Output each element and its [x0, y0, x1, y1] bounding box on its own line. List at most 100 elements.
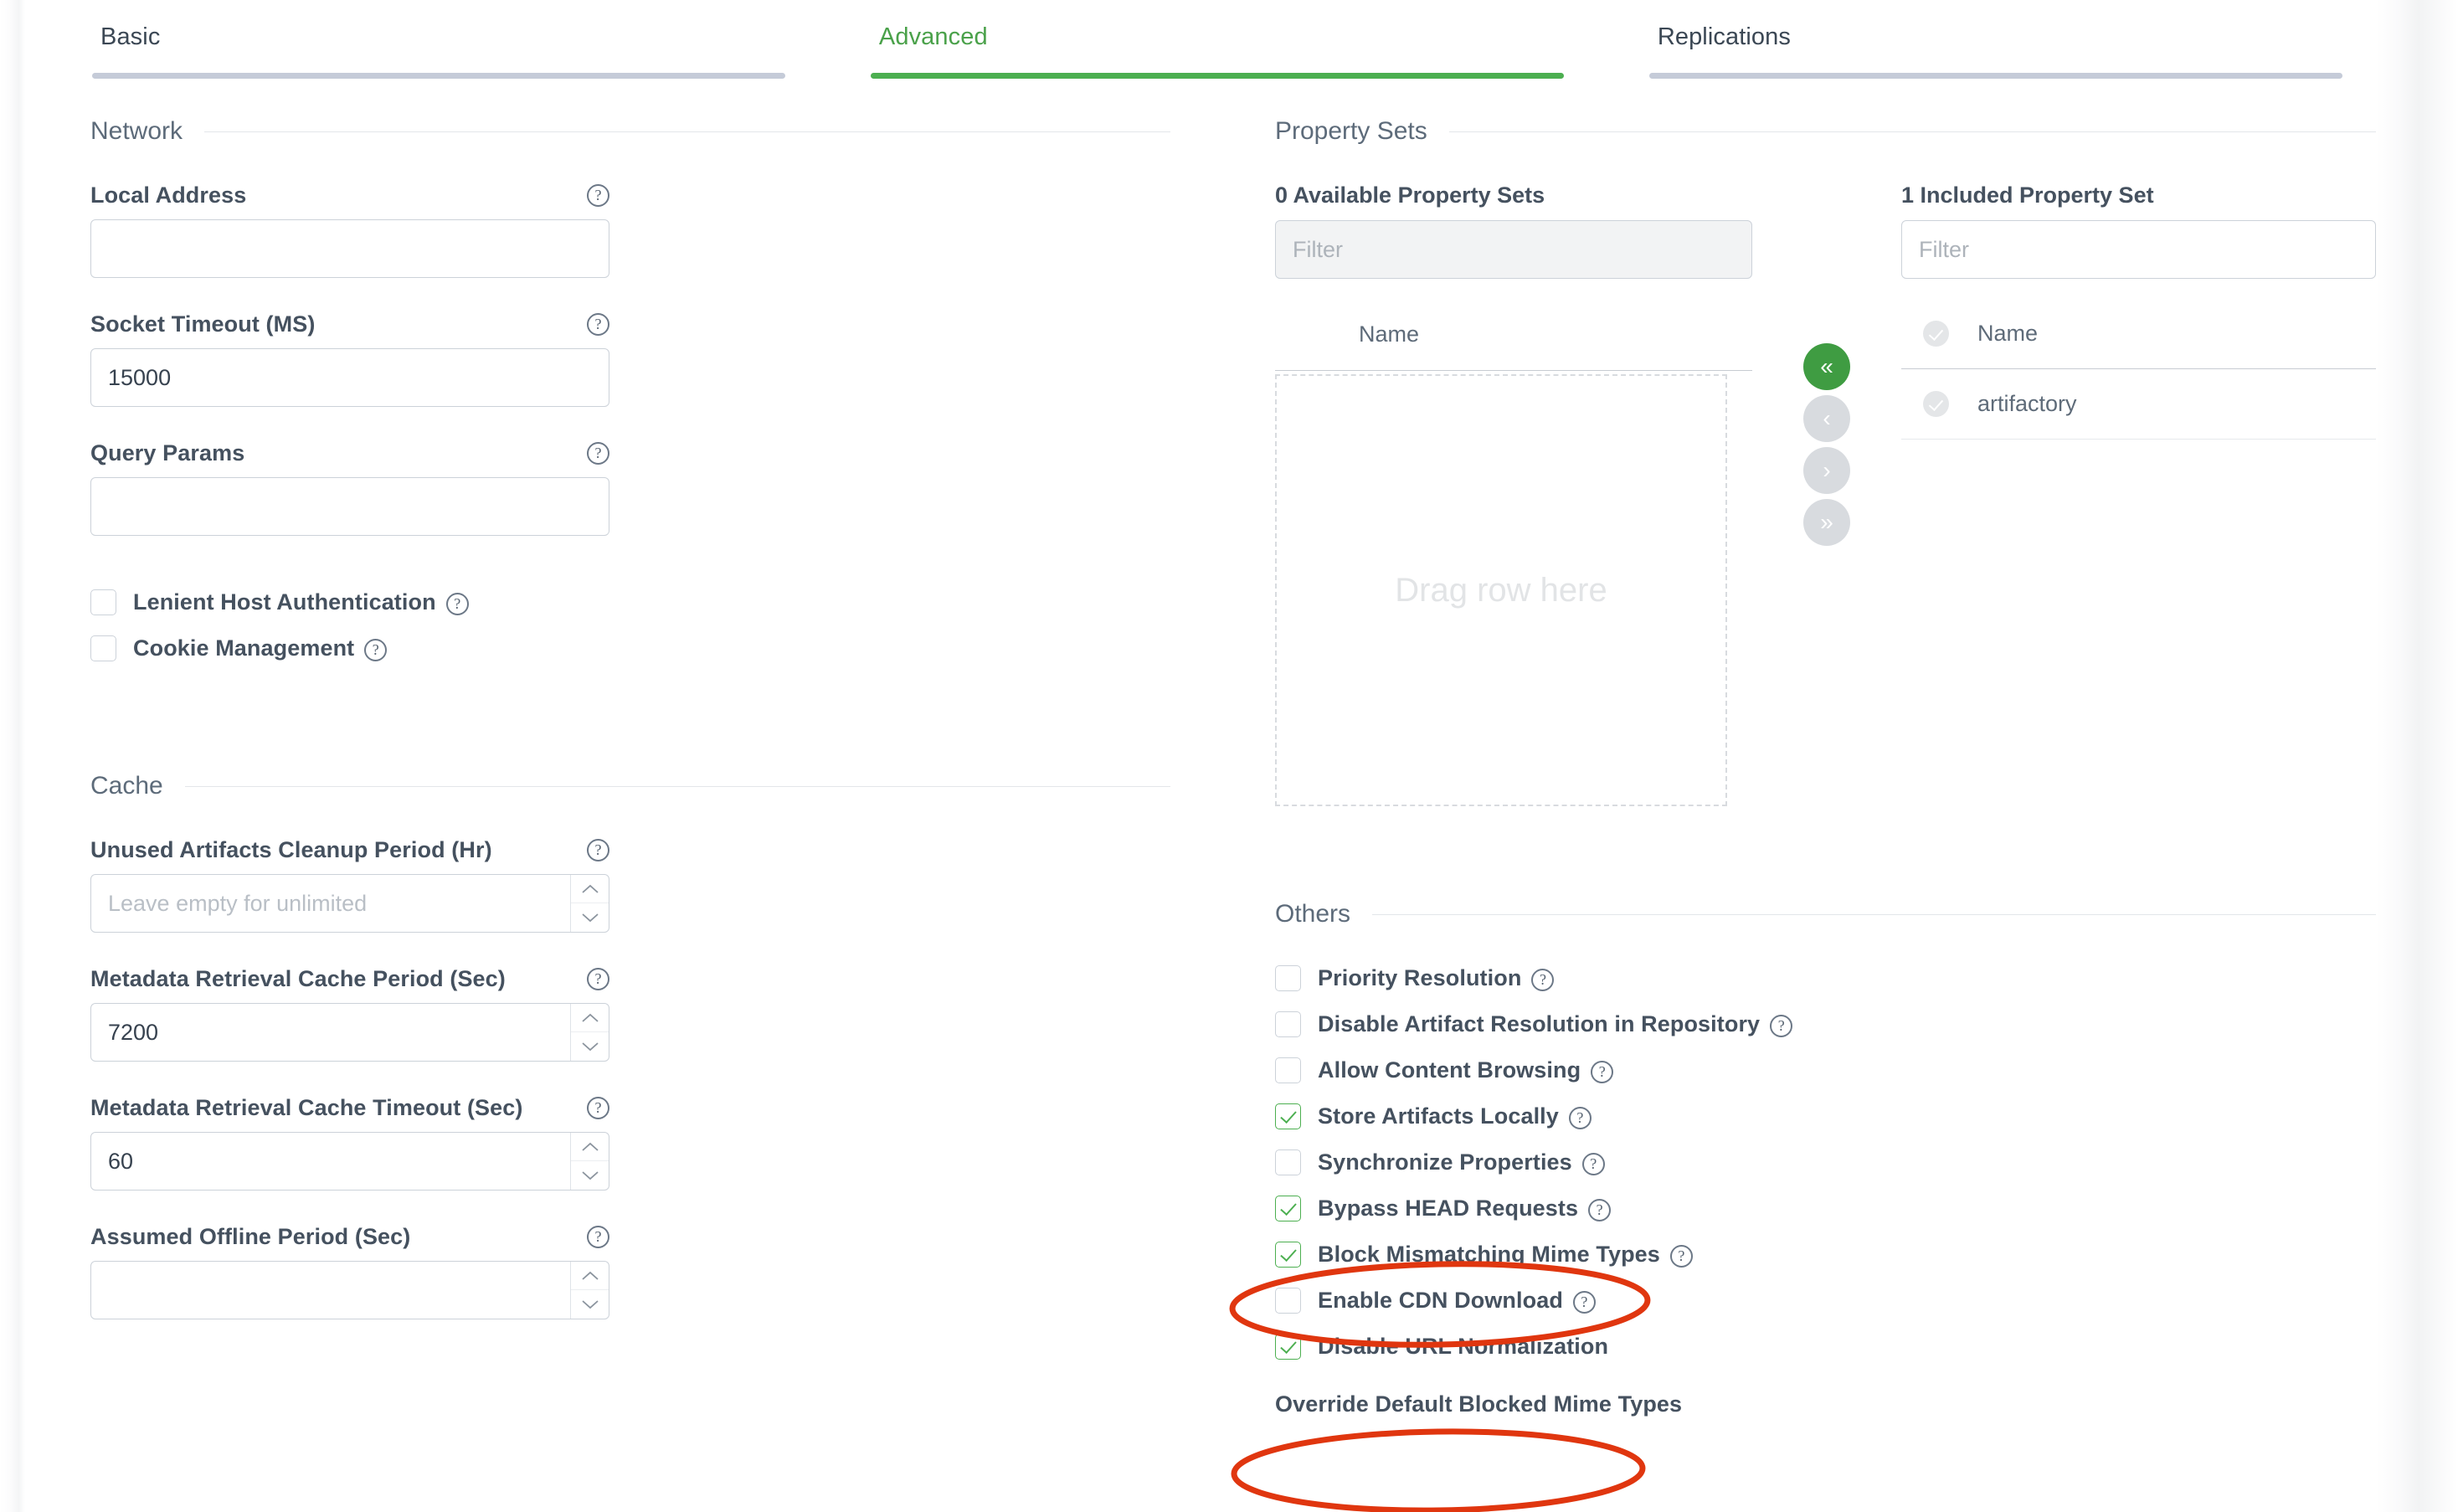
help-icon[interactable]: ? [445, 593, 469, 615]
row-check-icon[interactable] [1923, 391, 1949, 417]
stepper [570, 1262, 609, 1319]
available-property-sets-panel: 0 Available Property Sets Name Drag row … [1275, 183, 1752, 806]
help-icon[interactable]: ? [587, 1226, 609, 1248]
chevron-double-right-icon: » [1820, 509, 1833, 535]
available-drop-zone[interactable]: Drag row here [1275, 374, 1727, 806]
move-right-button[interactable]: › [1803, 447, 1850, 494]
tab-replications-label: Replications [1657, 23, 1791, 50]
checkbox-row-disable-url-normalization[interactable]: Disable URL Normalization [1275, 1334, 2376, 1360]
section-network-header: Network [90, 117, 1170, 146]
enable-cdn-download-checkbox[interactable] [1275, 1288, 1301, 1314]
assumed-offline-period-input[interactable] [90, 1261, 609, 1319]
allow-content-browsing-checkbox[interactable] [1275, 1057, 1301, 1083]
tab-basic[interactable]: Basic [40, 0, 819, 82]
synchronize-properties-checkbox[interactable] [1275, 1149, 1301, 1175]
move-all-right-button[interactable]: » [1803, 499, 1850, 546]
field-label-row: Unused Artifacts Cleanup Period (Hr) ? [90, 837, 609, 863]
stepper-up-icon[interactable] [571, 1262, 609, 1290]
included-property-sets-filter-input[interactable] [1901, 220, 2376, 279]
section-others-header: Others [1275, 900, 2376, 928]
tab-replications[interactable]: Replications [1597, 0, 2376, 82]
bypass-head-requests-checkbox[interactable] [1275, 1196, 1301, 1221]
help-icon[interactable]: ? [1531, 969, 1555, 991]
metadata-retrieval-cache-timeout-input[interactable] [90, 1132, 609, 1191]
metadata-retrieval-cache-period-input[interactable] [90, 1003, 609, 1062]
stepper-up-icon[interactable] [571, 875, 609, 903]
disable-artifact-resolution-label: Disable Artifact Resolution in Repositor… [1318, 1011, 1761, 1036]
tab-basic-label: Basic [100, 23, 161, 50]
help-icon[interactable]: ? [1669, 1245, 1693, 1268]
block-mismatching-mime-types-checkbox[interactable] [1275, 1242, 1301, 1268]
number-input-wrapper [90, 1003, 609, 1062]
socket-timeout-input[interactable] [90, 348, 609, 407]
help-icon[interactable]: ? [1581, 1153, 1605, 1175]
checkbox-row-block-mismatching-mime-types[interactable]: Block Mismatching Mime Types ? [1275, 1242, 2376, 1268]
tab-advanced[interactable]: Advanced [819, 0, 1597, 82]
unused-artifacts-cleanup-period-input[interactable] [90, 874, 609, 933]
field-query-params: Query Params ? [90, 440, 1170, 536]
help-icon[interactable]: ? [587, 1097, 609, 1119]
move-left-button[interactable]: ‹ [1803, 395, 1850, 442]
checkbox-row-allow-content-browsing[interactable]: Allow Content Browsing ? [1275, 1057, 2376, 1083]
section-property-sets-title: Property Sets [1275, 117, 1427, 145]
lenient-host-authentication-checkbox[interactable] [90, 589, 116, 615]
section-others-title: Others [1275, 900, 1351, 928]
tab-advanced-underline [870, 73, 1564, 79]
available-table-header: Name [1275, 299, 1752, 371]
help-icon[interactable]: ? [1572, 1291, 1596, 1314]
checkbox-row-bypass-head-requests[interactable]: Bypass HEAD Requests ? [1275, 1196, 2376, 1221]
select-all-check-icon[interactable] [1923, 321, 1949, 347]
help-icon[interactable]: ? [1591, 1061, 1614, 1083]
help-icon[interactable]: ? [1568, 1107, 1592, 1129]
stepper-up-icon[interactable] [571, 1133, 609, 1161]
block-mismatching-mime-types-label: Block Mismatching Mime Types [1318, 1242, 1660, 1267]
available-property-sets-filter-input[interactable] [1275, 220, 1752, 279]
field-metadata-retrieval-cache-period: Metadata Retrieval Cache Period (Sec) ? [90, 966, 1170, 1062]
help-icon[interactable]: ? [587, 184, 609, 207]
query-params-label: Query Params [90, 440, 245, 465]
help-icon[interactable]: ? [1588, 1199, 1612, 1221]
checkbox-row-store-artifacts-locally[interactable]: Store Artifacts Locally ? [1275, 1103, 2376, 1129]
priority-resolution-checkbox[interactable] [1275, 965, 1301, 991]
help-icon[interactable]: ? [587, 968, 609, 990]
checkbox-row-enable-cdn-download[interactable]: Enable CDN Download ? [1275, 1288, 2376, 1314]
field-label-row: Metadata Retrieval Cache Timeout (Sec) ? [90, 1095, 609, 1121]
help-icon[interactable]: ? [1770, 1015, 1793, 1037]
checkbox-row-priority-resolution[interactable]: Priority Resolution ? [1275, 965, 2376, 991]
drop-zone-placeholder-text: Drag row here [1395, 571, 1607, 609]
checkbox-row-cookie-management[interactable]: Cookie Management ? [90, 635, 1170, 661]
help-icon[interactable]: ? [587, 839, 609, 861]
cookie-management-checkbox[interactable] [90, 635, 116, 661]
move-all-left-button[interactable]: « [1803, 343, 1850, 390]
tab-advanced-label: Advanced [878, 23, 988, 50]
stepper-down-icon[interactable] [571, 1032, 609, 1061]
checkbox-row-lenient-host-authentication[interactable]: Lenient Host Authentication ? [90, 589, 1170, 615]
field-label-row: Metadata Retrieval Cache Period (Sec) ? [90, 966, 609, 992]
included-property-sets-panel: 1 Included Property Set Name artifactory [1901, 183, 2376, 806]
local-address-input[interactable] [90, 219, 609, 278]
checkbox-row-synchronize-properties[interactable]: Synchronize Properties ? [1275, 1149, 2376, 1175]
disable-url-normalization-checkbox[interactable] [1275, 1334, 1301, 1360]
stepper-down-icon[interactable] [571, 1161, 609, 1190]
field-assumed-offline-period: Assumed Offline Period (Sec) ? [90, 1224, 1170, 1319]
table-row[interactable]: artifactory [1901, 369, 2376, 440]
stepper [570, 1004, 609, 1061]
stepper-up-icon[interactable] [571, 1004, 609, 1032]
field-local-address: Local Address ? [90, 183, 1170, 278]
disable-artifact-resolution-checkbox[interactable] [1275, 1011, 1301, 1037]
query-params-input[interactable] [90, 477, 609, 536]
store-artifacts-locally-checkbox[interactable] [1275, 1103, 1301, 1129]
tab-replications-underline [1648, 73, 2342, 79]
others-checkbox-list: Priority Resolution ? Disable Artifact R… [1275, 965, 2376, 1417]
stepper-down-icon[interactable] [571, 903, 609, 932]
included-table-header: Name [1901, 299, 2376, 369]
checkbox-row-disable-artifact-resolution[interactable]: Disable Artifact Resolution in Repositor… [1275, 1011, 2376, 1037]
help-icon[interactable]: ? [587, 442, 609, 465]
assumed-offline-period-label: Assumed Offline Period (Sec) [90, 1224, 411, 1249]
stepper-down-icon[interactable] [571, 1290, 609, 1319]
help-icon[interactable]: ? [587, 313, 609, 336]
help-icon[interactable]: ? [364, 639, 388, 661]
section-cache-title: Cache [90, 772, 163, 800]
stepper [570, 1133, 609, 1190]
section-cache-header: Cache [90, 772, 1170, 800]
